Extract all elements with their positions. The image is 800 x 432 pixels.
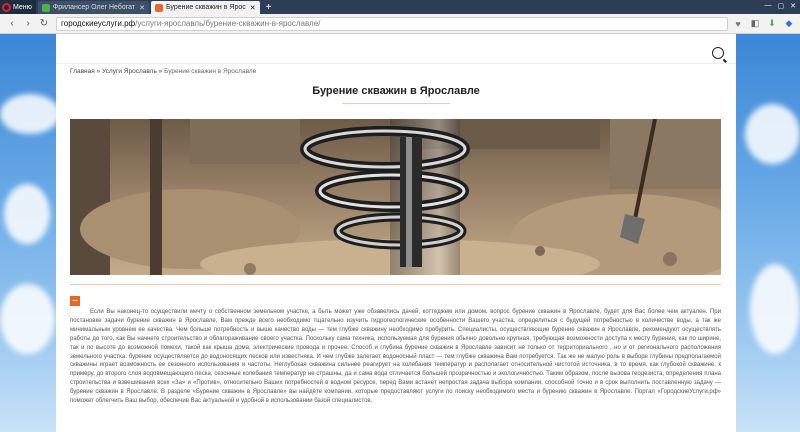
extension-icon[interactable]: ◧ — [748, 18, 762, 29]
cloud — [745, 104, 800, 164]
search-icon[interactable] — [712, 47, 724, 59]
close-tab-icon[interactable]: ✕ — [139, 4, 145, 12]
title-underline — [342, 103, 450, 104]
cloud — [0, 284, 55, 354]
close-tab-icon[interactable]: ✕ — [250, 4, 256, 12]
article-body: Если Вы наконец-то осуществили мечту о с… — [70, 309, 721, 405]
tab-drilling[interactable]: Бурение скважин в Ярос ✕ — [150, 1, 260, 14]
browser-menu-button[interactable]: Меню — [0, 0, 36, 14]
drilling-photo-illustration — [70, 119, 721, 275]
drilling-auger-photo — [70, 119, 721, 275]
maximize-icon[interactable]: ▢ — [778, 2, 785, 10]
header-divider — [56, 63, 736, 64]
web-page: Главная » Услуги Ярославль » Бурение скв… — [56, 34, 736, 432]
bookmark-heart-icon[interactable]: ♥ — [731, 19, 745, 29]
breadcrumb-section[interactable]: Услуги Ярославль — [102, 68, 157, 75]
content-divider — [70, 284, 721, 285]
download-icon[interactable]: ⬇ — [765, 18, 779, 29]
tab-label: Бурение скважин в Ярос — [165, 4, 246, 11]
opera-logo-icon — [2, 2, 11, 12]
back-icon[interactable]: ‹ — [4, 18, 20, 29]
menu-label: Меню — [13, 3, 32, 11]
page-title: Бурение скважин в Ярославле — [312, 85, 480, 97]
browser-tab-bar: Меню Фрилансер Олег Небогат ✕ Бурение ск… — [0, 0, 800, 14]
breadcrumb-separator: » — [94, 68, 102, 75]
url-path: /услуги-ярославль/бурение-скважин-в-ярос… — [135, 19, 321, 28]
cloud — [4, 184, 50, 244]
favicon-icon — [41, 3, 50, 12]
minimize-icon[interactable]: — — [765, 2, 772, 10]
forward-icon[interactable]: › — [20, 18, 36, 29]
new-tab-button[interactable]: + — [266, 1, 272, 14]
tab-label: Фрилансер Олег Небогат — [52, 4, 136, 11]
collapse-toggle-button[interactable]: – — [70, 296, 80, 306]
window-controls: — ▢ ✕ — [765, 2, 797, 10]
close-window-icon[interactable]: ✕ — [790, 2, 796, 10]
reload-icon[interactable]: ↻ — [36, 18, 52, 29]
browser-toolbar: ‹ › ↻ городскиеуслуги.рф /услуги-ярослав… — [0, 14, 800, 34]
tab-freelancer[interactable]: Фрилансер Олег Небогат ✕ — [37, 1, 149, 14]
favicon-icon — [154, 3, 163, 12]
breadcrumb-current: Бурение скважин в Ярославле — [164, 68, 257, 75]
cloud — [750, 264, 800, 354]
breadcrumb-home[interactable]: Главная — [70, 68, 95, 75]
breadcrumb: Главная » Услуги Ярославль » Бурение скв… — [70, 68, 256, 75]
cloud — [0, 94, 60, 134]
breadcrumb-separator: » — [156, 68, 165, 75]
extension-blue-icon[interactable]: ◆ — [782, 18, 796, 29]
url-domain: городскиеуслуги.рф — [61, 19, 136, 28]
address-bar[interactable]: городскиеуслуги.рф /услуги-ярославль/бур… — [56, 16, 728, 31]
